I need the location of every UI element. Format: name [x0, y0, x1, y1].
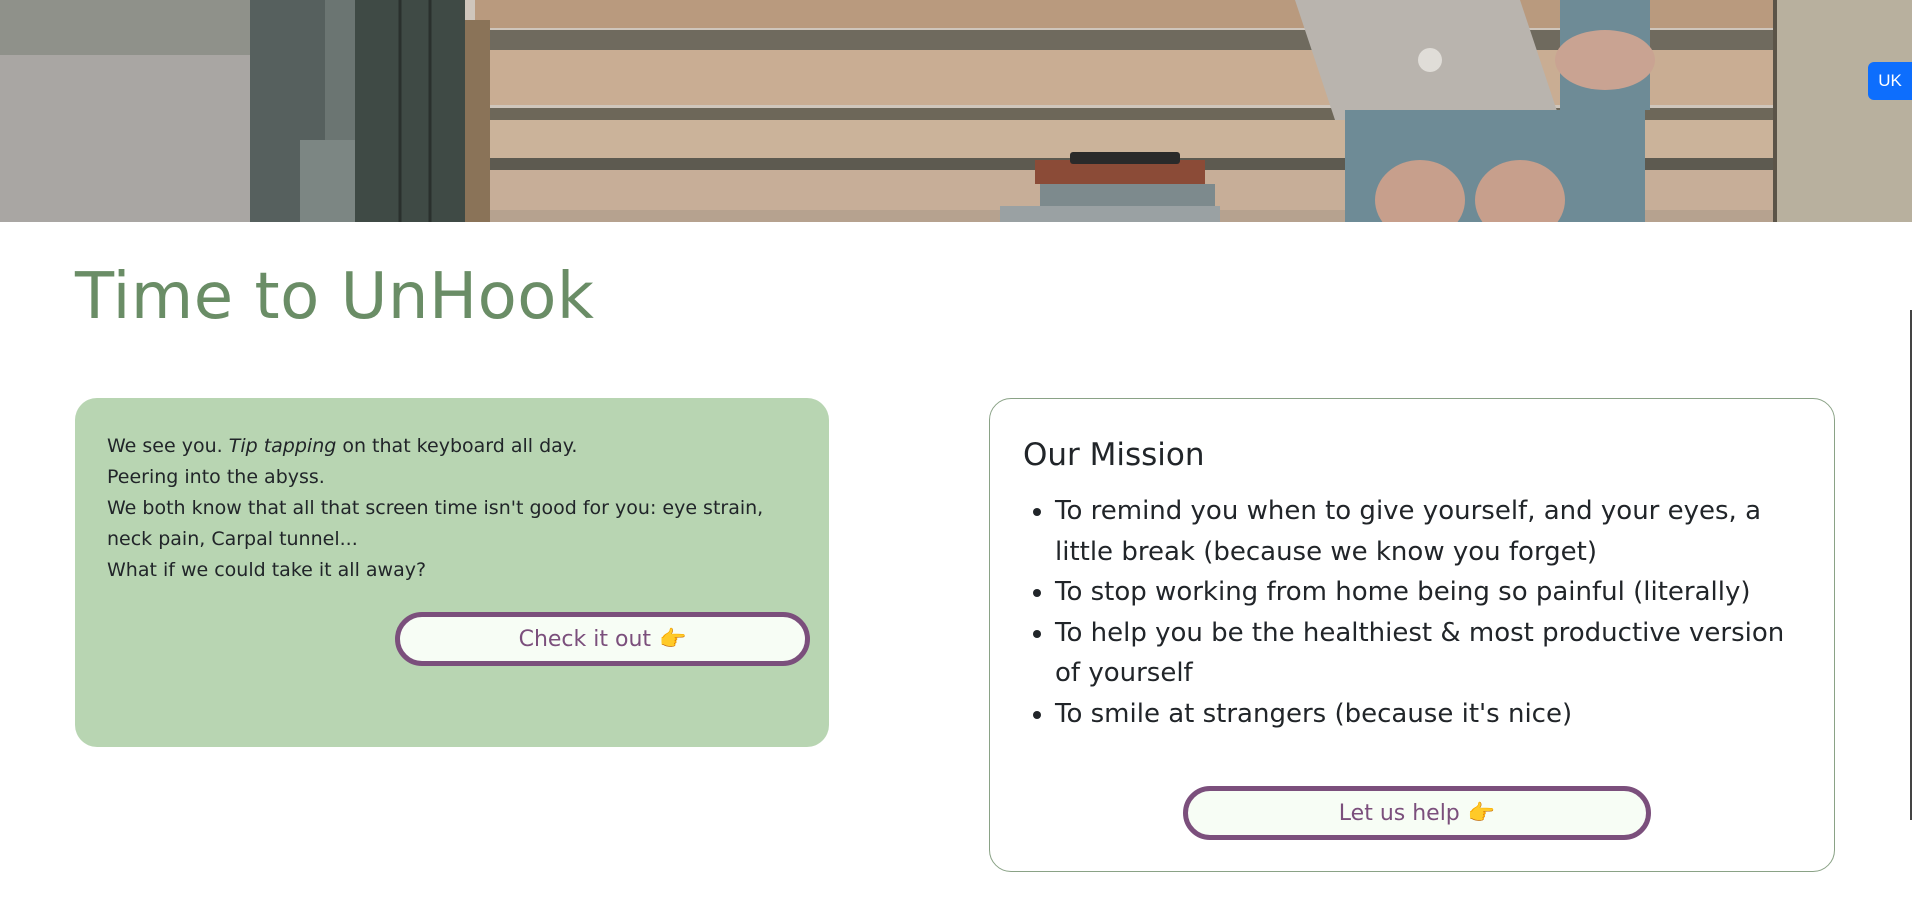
intro-line-3: We both know that all that screen time i… — [107, 497, 764, 550]
intro-line-1: We see you. Tip tapping on that keyboard… — [107, 431, 797, 462]
check-it-out-label: Check it out — [518, 626, 652, 652]
let-us-help-label: Let us help — [1338, 800, 1460, 826]
intro-line-1-emphasis: Tip tapping — [228, 435, 337, 457]
pointing-hand-icon: 👉 — [659, 626, 687, 652]
mission-item: To help you be the healthiest & most pro… — [1055, 613, 1801, 694]
intro-line-1-start: We see you. — [107, 435, 229, 457]
language-badge[interactable]: UK — [1868, 62, 1912, 100]
let-us-help-button[interactable]: Let us help 👉 — [1183, 786, 1651, 840]
check-it-out-button[interactable]: Check it out 👉 — [395, 612, 810, 666]
page-title: Time to UnHook — [75, 260, 595, 334]
hero-image — [0, 0, 1912, 222]
mission-item: To stop working from home being so painf… — [1055, 572, 1801, 613]
intro-text: We see you. Tip tapping on that keyboard… — [107, 431, 797, 586]
intro-line-1-end: on that keyboard all day. — [336, 435, 578, 457]
pointing-hand-icon: 👉 — [1467, 800, 1496, 826]
mission-card: Our Mission To remind you when to give y… — [989, 398, 1835, 872]
intro-line-2: Peering into the abyss. — [107, 466, 325, 488]
intro-line-4: What if we could take it all away? — [107, 559, 427, 581]
intro-card: We see you. Tip tapping on that keyboard… — [75, 398, 829, 747]
mission-list: To remind you when to give yourself, and… — [1023, 491, 1801, 734]
mission-heading: Our Mission — [1023, 437, 1205, 473]
mission-item: To remind you when to give yourself, and… — [1055, 491, 1801, 572]
mission-item: To smile at strangers (because it's nice… — [1055, 694, 1801, 735]
hero-photo-bench-laptop — [0, 0, 1912, 222]
